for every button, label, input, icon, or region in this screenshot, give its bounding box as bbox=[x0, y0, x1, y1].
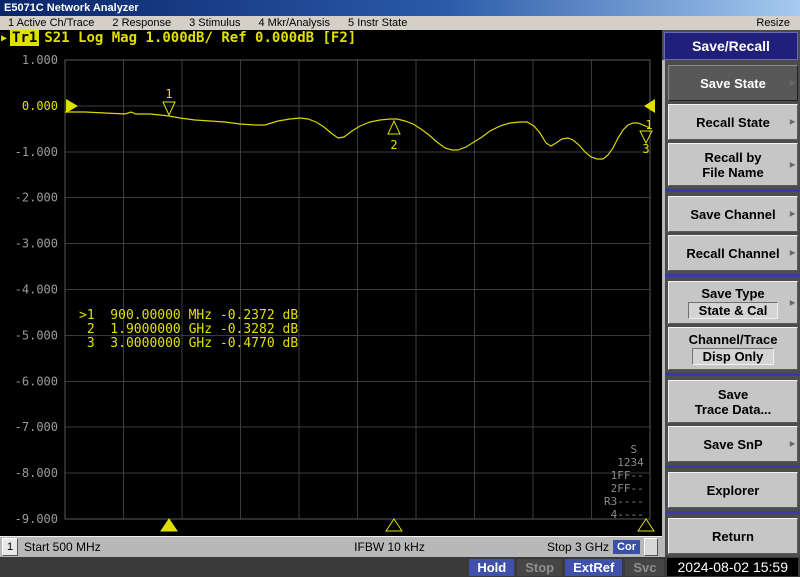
menu-item-instr-state[interactable]: 5 Instr State bbox=[348, 16, 407, 30]
plot-area[interactable]: 1.000 0.000 -1.000 -2.000 -3.000 -4.000 -5.000… bbox=[0, 46, 662, 537]
softkey-label: Return bbox=[712, 529, 754, 544]
menu-item-mkr-analysis[interactable]: 4 Mkr/Analysis bbox=[258, 16, 330, 30]
y-axis-label: -8.000 bbox=[15, 466, 58, 480]
softkey-label: Channel/Trace bbox=[689, 332, 778, 347]
softkey-value-inset: Disp Only bbox=[692, 348, 775, 365]
status-left: 1 Start 500 MHz bbox=[2, 538, 232, 556]
channel-number-box: 1 bbox=[2, 538, 18, 556]
marker-readout: >1 900.00000 MHz -0.2372 dB 2 1.9000000 … bbox=[79, 309, 298, 351]
menu-item-response[interactable]: 2 Response bbox=[112, 16, 171, 30]
softkey-label: Recall by bbox=[704, 150, 761, 165]
submenu-arrow-icon: ▸ bbox=[790, 115, 795, 130]
menu-item-stimulus[interactable]: 3 Stimulus bbox=[189, 16, 240, 30]
softkey-save-snp[interactable]: Save SnP ▸ bbox=[668, 426, 798, 462]
softkey-return[interactable]: Return bbox=[668, 518, 798, 554]
y-axis-label: 1.000 bbox=[22, 53, 58, 67]
marker-2-number: 2 bbox=[390, 138, 397, 152]
reference-level-marker-left-icon bbox=[66, 99, 78, 113]
softkey-value-inset: State & Cal bbox=[688, 302, 779, 319]
y-axis-label: -3.000 bbox=[15, 237, 58, 251]
instrument-status-bar: Hold Stop ExtRef Svc 2024-08-02 15:59 bbox=[0, 557, 800, 577]
resize-control[interactable]: Resize bbox=[756, 16, 790, 30]
softkey-label: Save Type bbox=[701, 286, 764, 301]
ifbw-label: IFBW 10 kHz bbox=[232, 540, 547, 554]
softkey-save-trace-data[interactable]: SaveTrace Data... bbox=[668, 380, 798, 423]
y-axis-label: -5.000 bbox=[15, 328, 58, 342]
marker-1-triangle-icon bbox=[163, 102, 175, 115]
marker-1-number: 1 bbox=[165, 87, 172, 101]
submenu-arrow-icon: ▸ bbox=[790, 437, 795, 452]
channel-status-block: S 1234 1FF-- 2FF-- R3---- 4---- bbox=[604, 443, 644, 521]
y-axis-label: -4.000 bbox=[15, 283, 58, 297]
active-trace-arrow-icon: ▶ bbox=[1, 33, 7, 44]
softkey-label: Recall Channel bbox=[686, 246, 779, 261]
instrument-screen: E5071C Network Analyzer 1 Active Ch/Trac… bbox=[0, 0, 800, 577]
softkey-separator bbox=[665, 511, 800, 514]
y-axis-label: -7.000 bbox=[15, 420, 58, 434]
trace1-format-label: S21 Log Mag 1.000dB/ Ref 0.000dB [F2] bbox=[44, 30, 356, 46]
clock-display: 2024-08-02 15:59 bbox=[667, 558, 798, 576]
marker-2-triangle-icon bbox=[388, 121, 400, 134]
window-title: E5071C Network Analyzer bbox=[4, 2, 139, 14]
softkey-explorer[interactable]: Explorer bbox=[668, 472, 798, 508]
submenu-arrow-icon: ▸ bbox=[790, 295, 795, 310]
y-axis-label: -9.000 bbox=[15, 512, 58, 526]
submenu-arrow-icon: ▸ bbox=[790, 246, 795, 261]
y-axis-label: -6.000 bbox=[15, 374, 58, 388]
main-area: ▶ Tr1 S21 Log Mag 1.000dB/ Ref 0.000dB [… bbox=[0, 30, 800, 557]
softkey-separator bbox=[665, 373, 800, 376]
softkey-label: Save Channel bbox=[690, 207, 775, 222]
softkey-sidebar: Save/Recall Save State▸Recall State▸Reca… bbox=[662, 30, 800, 557]
status-right: Stop 3 GHz Cor bbox=[547, 538, 658, 556]
y-axis-label: -1.000 bbox=[15, 145, 58, 159]
softkey-separator bbox=[665, 274, 800, 277]
softkey-save-channel[interactable]: Save Channel ▸ bbox=[668, 196, 798, 232]
marker-3-number: 3 bbox=[642, 142, 649, 156]
softkey-separator bbox=[665, 189, 800, 192]
softkey-label: Recall State bbox=[696, 115, 770, 130]
submenu-arrow-icon: ▸ bbox=[790, 207, 795, 222]
display-area: ▶ Tr1 S21 Log Mag 1.000dB/ Ref 0.000dB [… bbox=[0, 30, 662, 557]
softkey-label: Save State bbox=[700, 76, 766, 91]
trace-info-bar: ▶ Tr1 S21 Log Mag 1.000dB/ Ref 0.000dB [… bbox=[0, 30, 662, 46]
submenu-arrow-icon: ▸ bbox=[790, 76, 795, 91]
bottom-marker-2-icon bbox=[386, 519, 402, 531]
softkey-recall-state[interactable]: Recall State ▸ bbox=[668, 104, 798, 140]
trace1-badge[interactable]: Tr1 bbox=[10, 30, 39, 46]
submenu-arrow-icon: ▸ bbox=[790, 157, 795, 172]
softkey-save-type[interactable]: Save TypeState & Cal ▸ bbox=[668, 281, 798, 324]
softkey-channel-trace[interactable]: Channel/TraceDisp Only bbox=[668, 327, 798, 370]
menu-bar: 1 Active Ch/Trace 2 Response 3 Stimulus 4 M… bbox=[0, 16, 800, 30]
extref-indicator: ExtRef bbox=[565, 559, 622, 576]
plot-container: 1.000 0.000 -1.000 -2.000 -3.000 -4.000 -5.000… bbox=[0, 46, 662, 536]
hold-indicator: Hold bbox=[469, 559, 514, 576]
right-edge-trace-number: 1 bbox=[645, 118, 652, 132]
softkey-label: Save bbox=[718, 387, 748, 402]
softkey-recall-channel[interactable]: Recall Channel ▸ bbox=[668, 235, 798, 271]
status-grip-box bbox=[644, 538, 658, 556]
softkey-recall-by-file-name[interactable]: Recall byFile Name ▸ bbox=[668, 143, 798, 186]
menu-item-active-ch-trace[interactable]: 1 Active Ch/Trace bbox=[8, 16, 94, 30]
softkey-label: Save SnP bbox=[703, 437, 762, 452]
softkey-label: File Name bbox=[702, 165, 763, 180]
start-frequency-label: Start 500 MHz bbox=[24, 540, 101, 554]
svc-indicator: Svc bbox=[625, 559, 664, 576]
channel-status-bar: 1 Start 500 MHz IFBW 10 kHz Stop 3 GHz C… bbox=[0, 536, 662, 557]
correction-badge: Cor bbox=[613, 540, 640, 554]
y-axis-label: -2.000 bbox=[15, 191, 58, 205]
stop-frequency-label: Stop 3 GHz bbox=[547, 540, 609, 554]
softkey-list: Save State▸Recall State▸Recall byFile Na… bbox=[662, 60, 800, 557]
softkey-menu-title[interactable]: Save/Recall bbox=[664, 32, 798, 60]
softkey-label: Explorer bbox=[707, 483, 760, 498]
softkey-label: Trace Data... bbox=[695, 402, 772, 417]
softkey-separator bbox=[665, 465, 800, 468]
window-titlebar: E5071C Network Analyzer bbox=[0, 0, 800, 16]
stop-indicator: Stop bbox=[517, 559, 562, 576]
bottom-marker-1-icon bbox=[161, 519, 177, 531]
y-axis-label: 0.000 bbox=[22, 99, 58, 113]
softkey-save-state[interactable]: Save State ▸ bbox=[668, 65, 798, 101]
